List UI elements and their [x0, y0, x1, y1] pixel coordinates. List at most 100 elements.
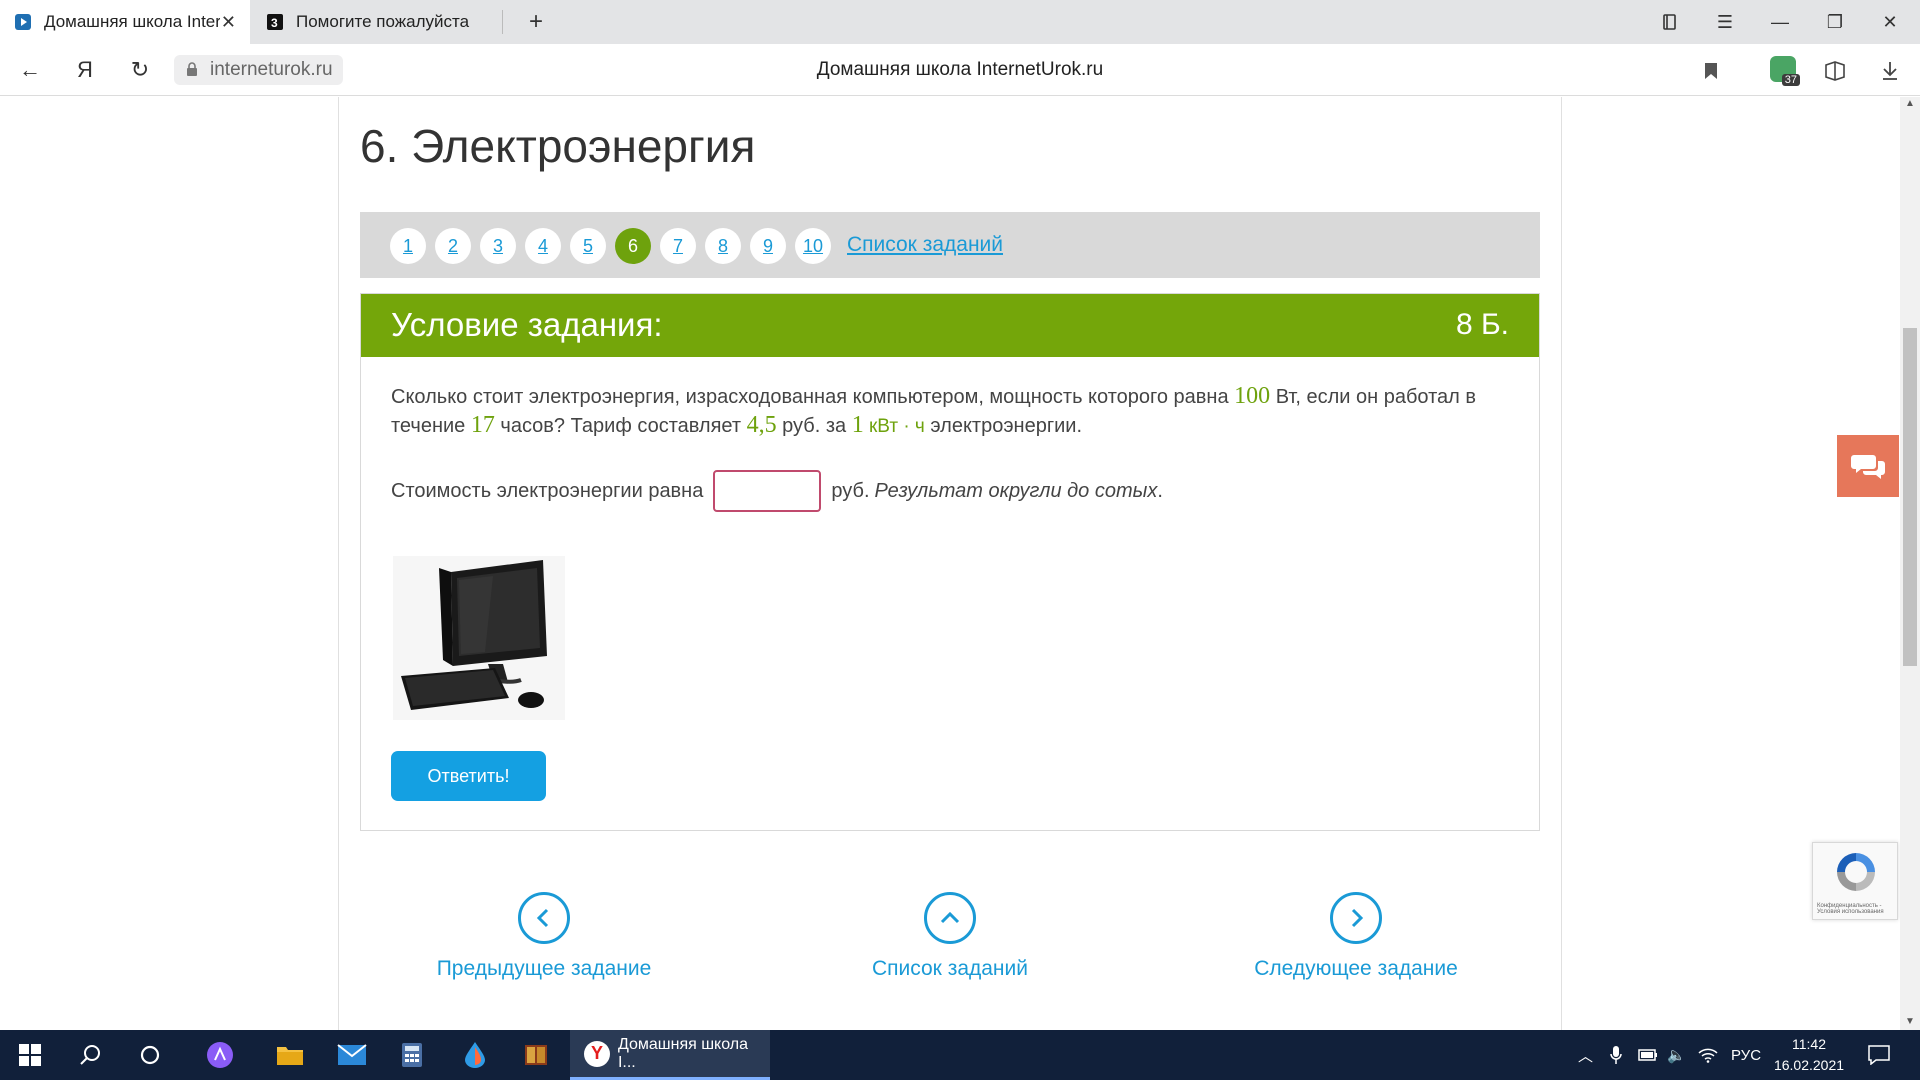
task-pager: 1 2 3 4 5 6 7 8 9 10 Список заданий — [360, 212, 1540, 278]
windows-start-icon[interactable] — [0, 1030, 60, 1080]
chevron-up-icon[interactable] — [924, 892, 976, 944]
hours-value: 17 — [470, 412, 495, 438]
task-points: 8 Б. — [1455, 308, 1509, 341]
bookmark-icon[interactable] — [1696, 56, 1726, 86]
power-value: 100 — [1234, 383, 1271, 409]
chat-button[interactable] — [1837, 435, 1899, 497]
answer-label: Стоимость электроэнергии равна — [391, 479, 704, 502]
task-list-nav[interactable]: Список заданий — [800, 892, 1100, 981]
task-list-bottom-link[interactable]: Список заданий — [800, 957, 1100, 981]
close-window-icon[interactable]: ✕ — [1868, 0, 1912, 44]
yandex-browser-icon: Y — [584, 1040, 610, 1067]
chevron-right-icon[interactable] — [1330, 892, 1382, 944]
znanija-favicon-icon: 3 — [267, 14, 283, 30]
pager-item-9[interactable]: 9 — [750, 228, 786, 264]
chevron-left-icon[interactable] — [518, 892, 570, 944]
svg-text:3: 3 — [271, 16, 278, 30]
menu-icon[interactable]: ☰ — [1703, 0, 1747, 44]
pager-item-7[interactable]: 7 — [660, 228, 696, 264]
question-text: электроэнергии. — [924, 415, 1083, 437]
answer-note-end: . — [1157, 479, 1163, 502]
pager-item-4[interactable]: 4 — [525, 228, 561, 264]
restore-icon[interactable]: ❐ — [1813, 0, 1857, 44]
cortana-icon[interactable] — [120, 1030, 180, 1080]
address-bar: ← Я ↻ interneturok.ru Домашняя школа Int… — [0, 44, 1920, 96]
task-header: Условие задания: 8 Б. — [361, 294, 1539, 357]
pager-item-6-active[interactable]: 6 — [615, 228, 651, 264]
question-text: часов? Тариф составляет — [494, 415, 747, 437]
next-task-link[interactable]: Следующее задание — [1206, 957, 1506, 981]
book-app-icon[interactable] — [506, 1030, 566, 1080]
prev-task-link[interactable]: Предыдущее задание — [394, 957, 694, 981]
task-question: Сколько стоит электроэнергия, израсходов… — [391, 382, 1511, 441]
task-header-title: Условие задания: — [391, 306, 663, 343]
taskbar-window-label: Домашняя школа I... — [617, 1035, 749, 1071]
scrollbar-thumb[interactable] — [1903, 328, 1917, 666]
new-tab-button[interactable]: + — [522, 8, 550, 36]
tab-label: Домашняя школа InternetUrok.ru — [44, 12, 220, 31]
computer-image — [393, 556, 565, 720]
recaptcha-text: Конфиденциальность - Условия использован… — [1817, 903, 1884, 915]
scroll-down-icon[interactable]: ▼ — [1902, 1016, 1918, 1027]
pager-item-5[interactable]: 5 — [570, 228, 606, 264]
interneturok-favicon-icon — [15, 14, 31, 30]
extension-badge-count: 37 — [1781, 74, 1800, 86]
page-content: 6. Электроэнергия 1 2 3 4 5 6 7 8 9 10 С… — [0, 97, 1920, 1030]
close-tab-icon[interactable]: ✕ — [221, 12, 236, 33]
unit-kwh: кВт · ч — [863, 416, 925, 437]
question-text: руб. за — [776, 415, 852, 437]
tab-label: Помогите пожалуйста срочно — [296, 12, 472, 31]
pager-item-10[interactable]: 10 — [795, 228, 831, 264]
container-border — [338, 97, 339, 1030]
minimize-icon[interactable]: — — [1758, 0, 1802, 44]
extension-icon[interactable]: 37 — [1770, 56, 1800, 86]
clock-date: 16.02.2021 — [1773, 1057, 1845, 1073]
tray-chevron-icon[interactable]: ︿ — [1578, 1030, 1593, 1080]
one-value: 1 — [851, 412, 864, 438]
question-text: Сколько стоит электроэнергия, израсходов… — [391, 386, 1235, 408]
tabs-panel-icon[interactable] — [1648, 0, 1692, 44]
answer-input[interactable] — [713, 470, 822, 512]
answer-suffix: руб. — [831, 479, 870, 502]
mail-icon[interactable] — [322, 1030, 382, 1080]
answer-row: Стоимость электроэнергии равна руб. Резу… — [391, 470, 1163, 512]
paint-drop-icon[interactable] — [445, 1030, 505, 1080]
tab-interneturok[interactable]: Домашняя школа InternetUrok.ru ✕ — [0, 0, 250, 44]
calculator-icon[interactable] — [382, 1030, 442, 1080]
task-list-link[interactable]: Список заданий — [847, 233, 1003, 257]
tariff-value: 4,5 — [746, 412, 777, 438]
windows-taskbar: Y Домашняя школа I... ︿ 🔈 РУС 11:42 16.0… — [0, 1030, 1920, 1080]
answer-note: Результат округли до сотых — [874, 479, 1158, 502]
recaptcha-badge[interactable]: Конфиденциальность - Условия использован… — [1812, 842, 1898, 920]
volume-icon[interactable]: 🔈 — [1667, 1030, 1686, 1080]
battery-icon[interactable] — [1638, 1030, 1658, 1080]
collections-icon[interactable] — [1820, 56, 1850, 86]
prev-task-nav[interactable]: Предыдущее задание — [394, 892, 694, 981]
next-task-nav[interactable]: Следующее задание — [1206, 892, 1506, 981]
tab-separator — [502, 10, 503, 34]
chat-icon — [1851, 455, 1885, 479]
alice-icon[interactable] — [190, 1030, 250, 1080]
microphone-icon[interactable] — [1610, 1030, 1622, 1080]
scroll-up-icon[interactable]: ▲ — [1902, 98, 1918, 109]
file-explorer-icon[interactable] — [260, 1030, 320, 1080]
task-card: Условие задания: 8 Б. Сколько стоит элек… — [360, 293, 1540, 831]
browser-tab-bar: Домашняя школа InternetUrok.ru ✕ 3 Помог… — [0, 0, 1920, 44]
input-language[interactable]: РУС — [1731, 1030, 1761, 1080]
pager-item-3[interactable]: 3 — [480, 228, 516, 264]
lesson-heading: 6. Электроэнергия — [360, 120, 756, 172]
container-border — [1561, 97, 1562, 1030]
pager-item-8[interactable]: 8 — [705, 228, 741, 264]
clock-time: 11:42 — [1792, 1036, 1826, 1052]
wifi-icon[interactable] — [1698, 1030, 1718, 1080]
tab-znanija[interactable]: 3 Помогите пожалуйста срочно — [252, 0, 502, 44]
pager-item-2[interactable]: 2 — [435, 228, 471, 264]
taskbar-clock[interactable]: 11:42 16.02.2021 — [1764, 1034, 1854, 1076]
download-icon[interactable] — [1875, 56, 1905, 86]
submit-answer-button[interactable]: Ответить! — [391, 751, 546, 801]
recaptcha-icon — [1837, 853, 1875, 891]
search-icon[interactable] — [60, 1030, 120, 1080]
notifications-icon[interactable] — [1868, 1030, 1890, 1080]
pager-item-1[interactable]: 1 — [390, 228, 426, 264]
taskbar-browser-window[interactable]: Y Домашняя школа I... — [570, 1030, 770, 1080]
